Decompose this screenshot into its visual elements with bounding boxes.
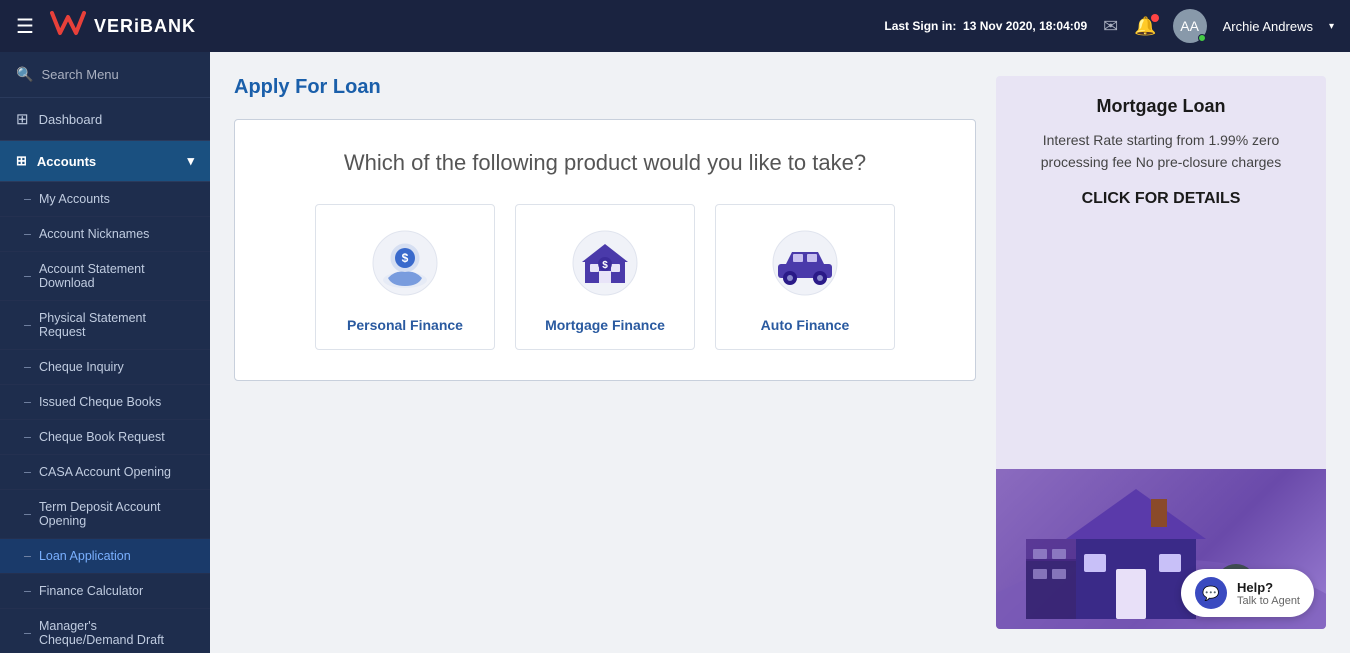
user-menu-chevron-icon[interactable]: ▾ (1329, 21, 1334, 32)
sidebar-item-dashboard[interactable]: ⊞ Dashboard (0, 98, 210, 141)
mortgage-finance-option[interactable]: $ Mortgage Finance (515, 204, 695, 350)
help-title: Help? (1237, 580, 1300, 595)
accounts-chevron-icon: ▾ (187, 153, 194, 169)
auto-finance-icon-container (760, 225, 850, 305)
personal-finance-icon-container: $ (360, 225, 450, 305)
sidebar-dashboard-label: Dashboard (39, 112, 103, 127)
sidebar-search-container[interactable]: 🔍 (0, 52, 210, 98)
ad-cta[interactable]: CLICK FOR DETAILS (1016, 190, 1306, 208)
auto-finance-label: Auto Finance (761, 317, 850, 333)
dashboard-icon: ⊞ (16, 110, 29, 128)
ad-content: Mortgage Loan Interest Rate starting fro… (996, 76, 1326, 469)
cheque-book-request-label: Cheque Book Request (39, 430, 165, 444)
user-name[interactable]: Archie Andrews (1223, 19, 1313, 34)
chat-icon: 💬 (1195, 577, 1227, 609)
loan-question-text: Which of the following product would you… (265, 150, 945, 176)
topbar-right: Last Sign in: 13 Nov 2020, 18:04:09 ✉ 🔔 … (884, 9, 1334, 43)
svg-text:$: $ (602, 260, 608, 271)
sidebar-item-loan-application[interactable]: Loan Application (0, 539, 210, 574)
sidebar-item-account-statement-download[interactable]: Account Statement Download (0, 252, 210, 301)
ad-panel[interactable]: Mortgage Loan Interest Rate starting fro… (996, 76, 1326, 629)
my-accounts-label: My Accounts (39, 192, 110, 206)
ad-image-area: 💬 Help? Talk to Agent (996, 469, 1326, 629)
svg-text:$: $ (402, 251, 409, 265)
sidebar-item-cheque-book-request[interactable]: Cheque Book Request (0, 420, 210, 455)
sidebar-item-finance-calculator[interactable]: Finance Calculator (0, 574, 210, 609)
veribank-logo-svg (50, 9, 86, 37)
logo-text: VERiBANK (94, 16, 196, 37)
loan-options-container: $ Personal Finance (265, 204, 945, 350)
sidebar-item-physical-statement-request[interactable]: Physical Statement Request (0, 301, 210, 350)
mortgage-finance-svg: $ (560, 228, 650, 303)
search-menu-input[interactable] (41, 67, 194, 82)
sidebar-item-managers-cheque[interactable]: Manager's Cheque/Demand Draft (0, 609, 210, 653)
sidebar: 🔍 ⊞ Dashboard ⊞ Accounts ▾ My Accounts A… (0, 52, 210, 653)
accounts-icon: ⊞ (16, 153, 27, 169)
account-nicknames-label: Account Nicknames (39, 227, 149, 241)
auto-finance-option[interactable]: Auto Finance (715, 204, 895, 350)
loan-application-label: Loan Application (39, 549, 131, 563)
personal-finance-label: Personal Finance (347, 317, 463, 333)
main-content: Apply For Loan Which of the following pr… (234, 76, 976, 629)
last-signin-date: 13 Nov 2020, 18:04:09 (963, 19, 1087, 33)
logo-area: VERiBANK (50, 9, 196, 44)
accounts-label: Accounts (37, 154, 96, 169)
last-signin-info: Last Sign in: 13 Nov 2020, 18:04:09 (884, 19, 1087, 33)
finance-calculator-label: Finance Calculator (39, 584, 143, 598)
sidebar-item-term-deposit-account-opening[interactable]: Term Deposit Account Opening (0, 490, 210, 539)
main-layout: 🔍 ⊞ Dashboard ⊞ Accounts ▾ My Accounts A… (0, 52, 1350, 653)
personal-finance-option[interactable]: $ Personal Finance (315, 204, 495, 350)
search-icon: 🔍 (16, 66, 33, 83)
ad-description: Interest Rate starting from 1.99% zero p… (1016, 129, 1306, 174)
mortgage-finance-icon-container: $ (560, 225, 650, 305)
issued-cheque-books-label: Issued Cheque Books (39, 395, 161, 409)
auto-finance-svg (760, 228, 850, 303)
term-deposit-account-opening-label: Term Deposit Account Opening (39, 500, 194, 528)
page-title: Apply For Loan (234, 76, 976, 99)
help-bubble[interactable]: 💬 Help? Talk to Agent (1181, 569, 1314, 617)
mail-icon[interactable]: ✉ (1103, 16, 1118, 37)
notification-bell-icon[interactable]: 🔔 (1134, 16, 1156, 37)
avatar-initials: AA (1180, 18, 1199, 34)
managers-cheque-label: Manager's Cheque/Demand Draft (39, 619, 194, 647)
top-navigation-bar: ☰ VERiBANK Last Sign in: 13 Nov 2020, 18… (0, 0, 1350, 52)
personal-finance-svg: $ (360, 228, 450, 303)
topbar-left: ☰ VERiBANK (16, 9, 196, 44)
mortgage-finance-label: Mortgage Finance (545, 317, 665, 333)
sidebar-item-account-nicknames[interactable]: Account Nicknames (0, 217, 210, 252)
online-status-indicator (1198, 34, 1206, 42)
cheque-inquiry-label: Cheque Inquiry (39, 360, 124, 374)
sidebar-section-accounts[interactable]: ⊞ Accounts ▾ (0, 141, 210, 182)
avatar[interactable]: AA (1173, 9, 1207, 43)
sidebar-item-casa-account-opening[interactable]: CASA Account Opening (0, 455, 210, 490)
content-area: Apply For Loan Which of the following pr… (210, 52, 1350, 653)
logo-icon (50, 9, 86, 44)
help-subtitle: Talk to Agent (1237, 595, 1300, 607)
loan-selection-card: Which of the following product would you… (234, 119, 976, 381)
sidebar-item-cheque-inquiry[interactable]: Cheque Inquiry (0, 350, 210, 385)
last-signin-label: Last Sign in: (884, 19, 956, 33)
hamburger-menu-icon[interactable]: ☰ (16, 14, 34, 39)
physical-statement-request-label: Physical Statement Request (39, 311, 194, 339)
help-text: Help? Talk to Agent (1237, 580, 1300, 607)
account-statement-download-label: Account Statement Download (39, 262, 194, 290)
casa-account-opening-label: CASA Account Opening (39, 465, 171, 479)
sidebar-item-my-accounts[interactable]: My Accounts (0, 182, 210, 217)
sidebar-item-issued-cheque-books[interactable]: Issued Cheque Books (0, 385, 210, 420)
ad-title: Mortgage Loan (1016, 96, 1306, 117)
